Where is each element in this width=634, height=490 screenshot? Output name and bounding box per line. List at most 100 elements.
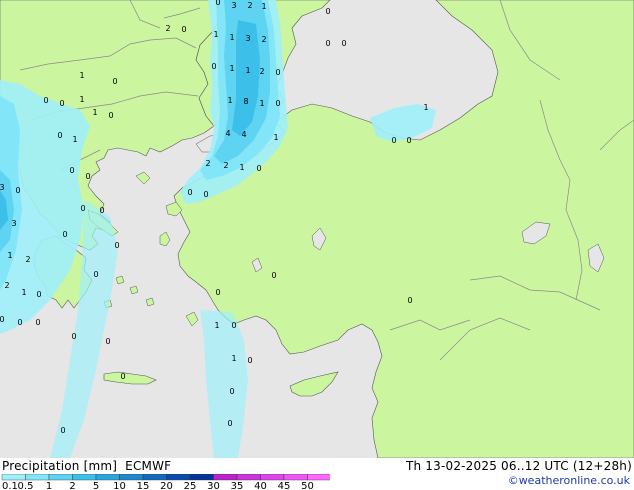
- precip-value-label: 0: [85, 172, 90, 181]
- precip-value-label: 0: [59, 99, 64, 108]
- scale-tick-label: 2: [69, 481, 75, 490]
- precip-value-label: 0: [247, 356, 252, 365]
- precip-value-label: 0: [227, 419, 232, 428]
- map-canvas: 3 2 1002 01 1 3 2 0 00 1 1 2 0100 0 1 1 8 1 0 11 04 4 1100 02 2 1…: [0, 0, 634, 458]
- precip-value-label: 0: [275, 68, 280, 77]
- scale-swatch: [1, 474, 26, 481]
- precip-value-label: 0: [325, 39, 330, 48]
- precip-value-label: 0: [407, 296, 412, 305]
- scale-tick-label: 5: [93, 481, 99, 490]
- precip-value-label: 0: [203, 190, 208, 199]
- precip-value-label: 1: [239, 163, 244, 172]
- precip-value-label: 0: [36, 290, 41, 299]
- precip-value-label: 2: [25, 255, 30, 264]
- precip-value-label: 1: [423, 103, 428, 112]
- precip-value-label: 0: [99, 206, 104, 215]
- precip-value-label: 1: [227, 96, 232, 105]
- precip-value-label: 0: [43, 96, 48, 105]
- precip-value-label: 2: [4, 281, 9, 290]
- precip-value-label: 0: [406, 136, 411, 145]
- scale-tick-label: 50: [301, 481, 314, 490]
- precip-value-label: 3: [231, 1, 236, 10]
- precip-value-label: 0: [120, 372, 125, 381]
- scale-tick-label: 25: [184, 481, 197, 490]
- precip-value-label: 2: [261, 35, 266, 44]
- scale-swatch: [260, 474, 285, 481]
- precip-value-label: 1: [79, 95, 84, 104]
- precip-value-label: 0: [35, 318, 40, 327]
- precip-value-label: 0: [256, 164, 261, 173]
- scale-swatch: [166, 474, 191, 481]
- legend-title-row: Precipitation [mm] ECMWF: [2, 459, 171, 473]
- precip-value-label: 0: [17, 318, 22, 327]
- precip-value-label: 0: [391, 136, 396, 145]
- precip-value-label: 1: [261, 2, 266, 11]
- precip-value-label: 0: [71, 332, 76, 341]
- color-scale: 0.1 0.5 1 2 5 10 15 20 25 30 35 40 45 50: [1, 474, 330, 490]
- precip-value-label: 0: [187, 188, 192, 197]
- scale-swatch: [213, 474, 238, 481]
- precip-value-label: 0: [275, 99, 280, 108]
- precip-value-label: 0: [108, 111, 113, 120]
- precip-value-label: 0: [15, 186, 20, 195]
- scale-tick-label: 20: [160, 481, 173, 490]
- precip-value-label: 1: [259, 99, 264, 108]
- scale-tick-label: 0.1: [2, 481, 18, 490]
- precip-value-label: 3: [0, 183, 5, 192]
- precip-value-label: 1: [229, 64, 234, 73]
- precip-value-label: 0: [271, 271, 276, 280]
- scale-tick-label: 40: [254, 481, 267, 490]
- precip-value-label: 0: [114, 241, 119, 250]
- precipitation-map: 3210020113200011201000118101104411000221…: [0, 0, 634, 458]
- scale-swatch: [307, 474, 330, 481]
- precip-value-label: 0: [112, 77, 117, 86]
- legend-title: Precipitation [mm]: [2, 459, 118, 473]
- scale-swatch: [72, 474, 97, 481]
- scale-swatch: [189, 474, 214, 481]
- precip-value-label: 2: [165, 24, 170, 33]
- precip-value-label: 1: [92, 108, 97, 117]
- precip-value-label: 0: [211, 62, 216, 71]
- scale-swatch: [236, 474, 261, 481]
- precip-value-label: 2: [247, 1, 252, 10]
- scale-tick-label: 0.5: [18, 481, 34, 490]
- precip-value-label: 0: [181, 25, 186, 34]
- precip-value-label: 1: [245, 66, 250, 75]
- scale-tick-label: 15: [137, 481, 150, 490]
- scale-tick-label: 10: [113, 481, 126, 490]
- precip-value-label: 1: [229, 33, 234, 42]
- precip-value-label: 1: [79, 71, 84, 80]
- precip-value-label: 0: [105, 337, 110, 346]
- legend-footer: Precipitation [mm] ECMWF Th 13-02-2025 06…: [0, 458, 634, 490]
- scale-swatch: [48, 474, 73, 481]
- precip-value-label: 0: [57, 131, 62, 140]
- precip-value-label: 1: [72, 135, 77, 144]
- scale-swatch: [283, 474, 308, 481]
- precip-value-label: 1: [21, 288, 26, 297]
- precip-value-label: 0: [69, 166, 74, 175]
- forecast-datetime: Th 13-02-2025 06..12 UTC (12+28h): [405, 459, 632, 473]
- scale-swatch: [119, 474, 144, 481]
- precip-value-label: 3: [11, 219, 16, 228]
- precip-value-label: 4: [225, 129, 230, 138]
- precip-value-label: 1: [231, 354, 236, 363]
- precip-value-label: 0: [231, 321, 236, 330]
- precip-value-label: 0: [93, 270, 98, 279]
- precip-value-label: 1: [213, 30, 218, 39]
- scale-swatch: [142, 474, 167, 481]
- scale-tick-label: 45: [278, 481, 291, 490]
- credit-link[interactable]: ©weatheronline.co.uk: [508, 474, 630, 487]
- scale-tick-label: 1: [46, 481, 52, 490]
- precip-value-label: 0: [215, 0, 220, 7]
- precip-value-label: 0: [0, 315, 5, 324]
- scale-tick-label: 30: [207, 481, 220, 490]
- precip-value-label: 2: [259, 67, 264, 76]
- precip-value-label: 0: [215, 288, 220, 297]
- precip-value-label: 0: [341, 39, 346, 48]
- precip-value-label: 2: [205, 159, 210, 168]
- precip-value-label: 2: [223, 161, 228, 170]
- precip-value-label: 0: [80, 204, 85, 213]
- scale-swatch: [95, 474, 120, 481]
- precip-value-label: 0: [229, 387, 234, 396]
- scale-tick-label: 35: [231, 481, 244, 490]
